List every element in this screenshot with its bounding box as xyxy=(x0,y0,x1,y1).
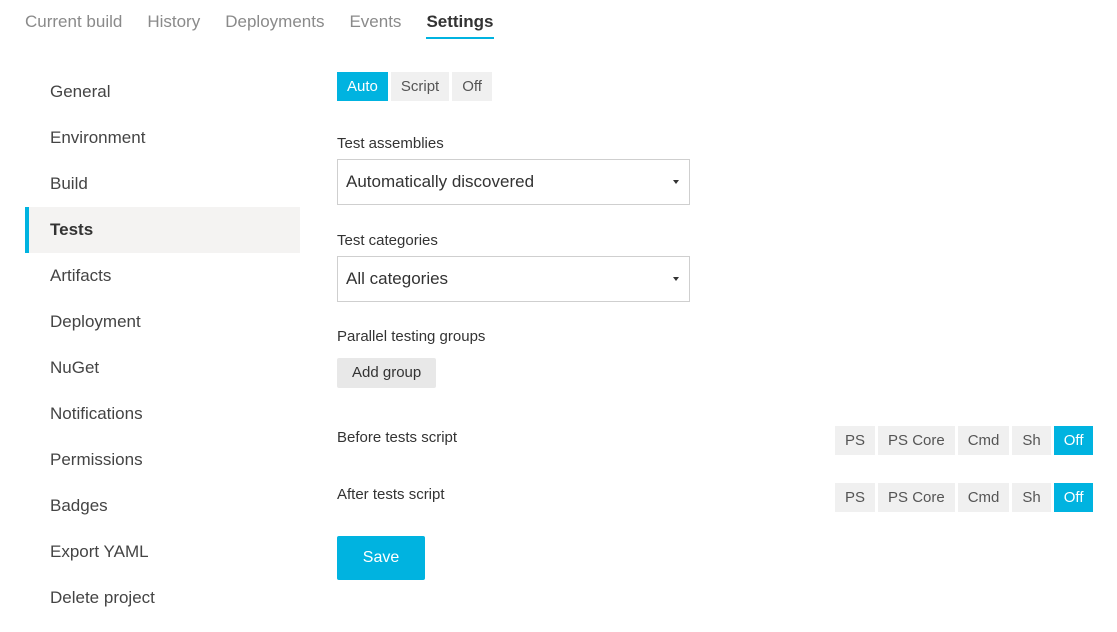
sidebar-item-delete-project[interactable]: Delete project xyxy=(25,575,300,621)
before-script-toggle: PS PS Core Cmd Sh Off xyxy=(835,426,1094,455)
parallel-groups-label: Parallel testing groups xyxy=(337,328,486,345)
after-ps-core-button[interactable]: PS Core xyxy=(878,483,955,512)
save-button[interactable]: Save xyxy=(337,536,425,580)
test-assemblies-value: Automatically discovered xyxy=(346,172,535,191)
test-categories-label: Test categories xyxy=(337,232,438,249)
after-script-toggle: PS PS Core Cmd Sh Off xyxy=(835,483,1094,512)
sidebar-item-deployment[interactable]: Deployment xyxy=(25,299,300,345)
add-group-button[interactable]: Add group xyxy=(337,358,437,388)
tab-settings[interactable]: Settings xyxy=(426,12,494,39)
mode-script-button[interactable]: Script xyxy=(390,72,450,101)
top-tabs: Current build History Deployments Events… xyxy=(25,12,494,39)
sidebar-item-build[interactable]: Build xyxy=(25,161,300,207)
sidebar-item-tests[interactable]: Tests xyxy=(25,207,300,253)
after-script-label: After tests script xyxy=(337,486,445,503)
test-assemblies-select[interactable]: Automatically discovered xyxy=(337,159,690,205)
before-script-label: Before tests script xyxy=(337,429,458,446)
tab-current-build[interactable]: Current build xyxy=(25,12,122,39)
test-categories-select[interactable]: All categories xyxy=(337,256,690,302)
tab-deployments[interactable]: Deployments xyxy=(225,12,324,39)
sidebar-item-general[interactable]: General xyxy=(25,69,300,115)
test-assemblies-label: Test assemblies xyxy=(337,135,444,152)
sidebar-item-badges[interactable]: Badges xyxy=(25,483,300,529)
sidebar-item-export-yaml[interactable]: Export YAML xyxy=(25,529,300,575)
after-off-button[interactable]: Off xyxy=(1053,483,1094,512)
test-categories-value: All categories xyxy=(346,269,449,288)
before-ps-core-button[interactable]: PS Core xyxy=(878,426,955,455)
sidebar-item-environment[interactable]: Environment xyxy=(25,115,300,161)
sidebar-item-notifications[interactable]: Notifications xyxy=(25,391,300,437)
sidebar-item-artifacts[interactable]: Artifacts xyxy=(25,253,300,299)
caret-down-icon xyxy=(673,180,679,184)
after-cmd-button[interactable]: Cmd xyxy=(957,483,1010,512)
mode-auto-button[interactable]: Auto xyxy=(337,72,388,101)
sidebar-item-permissions[interactable]: Permissions xyxy=(25,437,300,483)
tab-history[interactable]: History xyxy=(147,12,200,39)
after-sh-button[interactable]: Sh xyxy=(1012,483,1051,512)
test-mode-toggle: Auto Script Off xyxy=(337,72,492,101)
mode-off-button[interactable]: Off xyxy=(452,72,492,101)
after-ps-button[interactable]: PS xyxy=(835,483,876,512)
tab-events[interactable]: Events xyxy=(349,12,401,39)
settings-sidebar: General Environment Build Tests Artifact… xyxy=(25,69,300,621)
caret-down-icon xyxy=(673,277,679,281)
before-off-button[interactable]: Off xyxy=(1053,426,1094,455)
before-ps-button[interactable]: PS xyxy=(835,426,876,455)
sidebar-item-nuget[interactable]: NuGet xyxy=(25,345,300,391)
before-cmd-button[interactable]: Cmd xyxy=(957,426,1010,455)
before-sh-button[interactable]: Sh xyxy=(1012,426,1051,455)
